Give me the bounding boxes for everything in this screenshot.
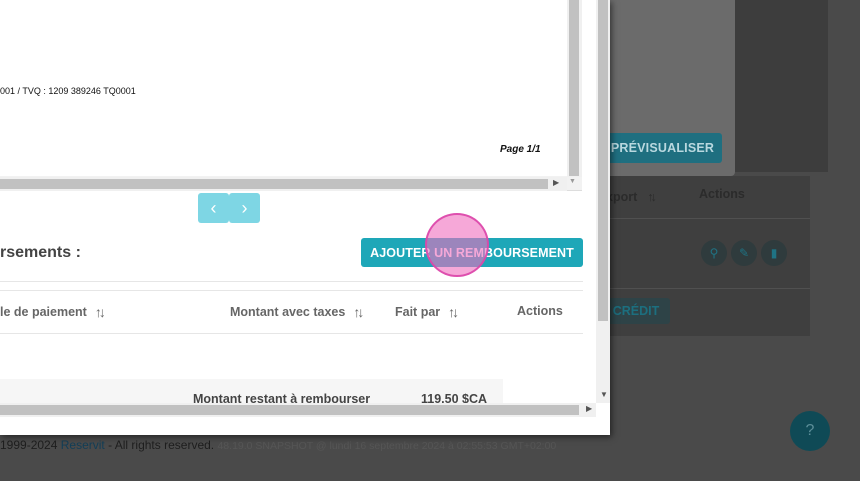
pdf-page-indicator: Page 1/1	[500, 144, 541, 155]
edit-icon[interactable]: ✎	[731, 240, 757, 266]
credit-button[interactable]: CRÉDIT	[602, 298, 670, 324]
divider	[0, 290, 583, 291]
previous-page-button[interactable]: ‹	[198, 193, 229, 223]
column-header-amount[interactable]: Montant avec taxes ↑↓	[230, 304, 364, 320]
pdf-page: 001 / TVQ : 1209 389246 TQ0001 Page 1/1	[0, 0, 567, 176]
search-icon[interactable]: ⚲	[701, 240, 727, 266]
scroll-down-arrow-icon[interactable]: ▼	[600, 390, 608, 399]
divider	[600, 218, 810, 219]
footer: 1999-2024 Reservit - All rights reserved…	[0, 438, 556, 452]
pdf-horizontal-scrollbar[interactable]	[0, 177, 567, 191]
column-header-export: xport ↑↓	[606, 190, 657, 204]
sort-icon[interactable]: ↑↓	[95, 304, 106, 320]
scroll-down-arrow-icon[interactable]: ▼	[569, 178, 576, 185]
column-header-actions: Actions	[699, 187, 745, 201]
help-button[interactable]: ?	[790, 411, 830, 451]
refund-modal: 001 / TVQ : 1209 389246 TQ0001 Page 1/1 …	[0, 0, 610, 435]
modal-vertical-scrollbar[interactable]	[596, 0, 610, 403]
scroll-right-arrow-icon[interactable]: ▶	[553, 178, 559, 187]
column-header-made-by[interactable]: Fait par ↑↓	[395, 304, 459, 320]
pdf-viewer: 001 / TVQ : 1209 389246 TQ0001 Page 1/1 …	[0, 0, 582, 191]
footer-rights: - All rights reserved.	[104, 438, 215, 452]
trash-icon[interactable]: ▮	[761, 240, 787, 266]
click-indicator	[425, 213, 489, 277]
pdf-tax-line: 001 / TVQ : 1209 389246 TQ0001	[0, 86, 136, 96]
column-header-payment-mode[interactable]: le de paiement ↑↓	[0, 304, 106, 320]
scroll-right-arrow-icon[interactable]: ▶	[586, 404, 592, 413]
refunds-section-title: rsements :	[0, 244, 81, 261]
modal-horizontal-scroll-thumb[interactable]	[0, 405, 579, 415]
chevron-left-icon: ‹	[210, 197, 217, 218]
chevron-right-icon: ›	[241, 197, 248, 218]
modal-horizontal-scrollbar[interactable]	[0, 403, 596, 417]
preview-button[interactable]: PRÉVISUALISER	[603, 133, 722, 163]
sort-icon[interactable]: ↑↓	[448, 304, 459, 320]
summary-row: Montant restant à rembourser 119,50 $CA	[0, 379, 503, 404]
pdf-vertical-scrollbar[interactable]	[567, 0, 582, 177]
footer-copyright: 1999-2024	[0, 438, 61, 452]
footer-brand-link[interactable]: Reservit	[61, 438, 105, 452]
sort-icon[interactable]: ↑↓	[353, 304, 364, 320]
pdf-vertical-scroll-thumb[interactable]	[569, 0, 579, 176]
divider	[600, 288, 810, 289]
divider	[0, 333, 583, 334]
footer-version: 48.19.0 SNAPSHOT @ lundi 16 septembre 20…	[217, 440, 557, 452]
next-page-button[interactable]: ›	[229, 193, 260, 223]
column-header-actions: Actions	[517, 304, 563, 318]
pdf-horizontal-scroll-thumb[interactable]	[0, 179, 548, 189]
divider	[0, 281, 583, 282]
modal-vertical-scroll-thumb[interactable]	[598, 0, 608, 321]
